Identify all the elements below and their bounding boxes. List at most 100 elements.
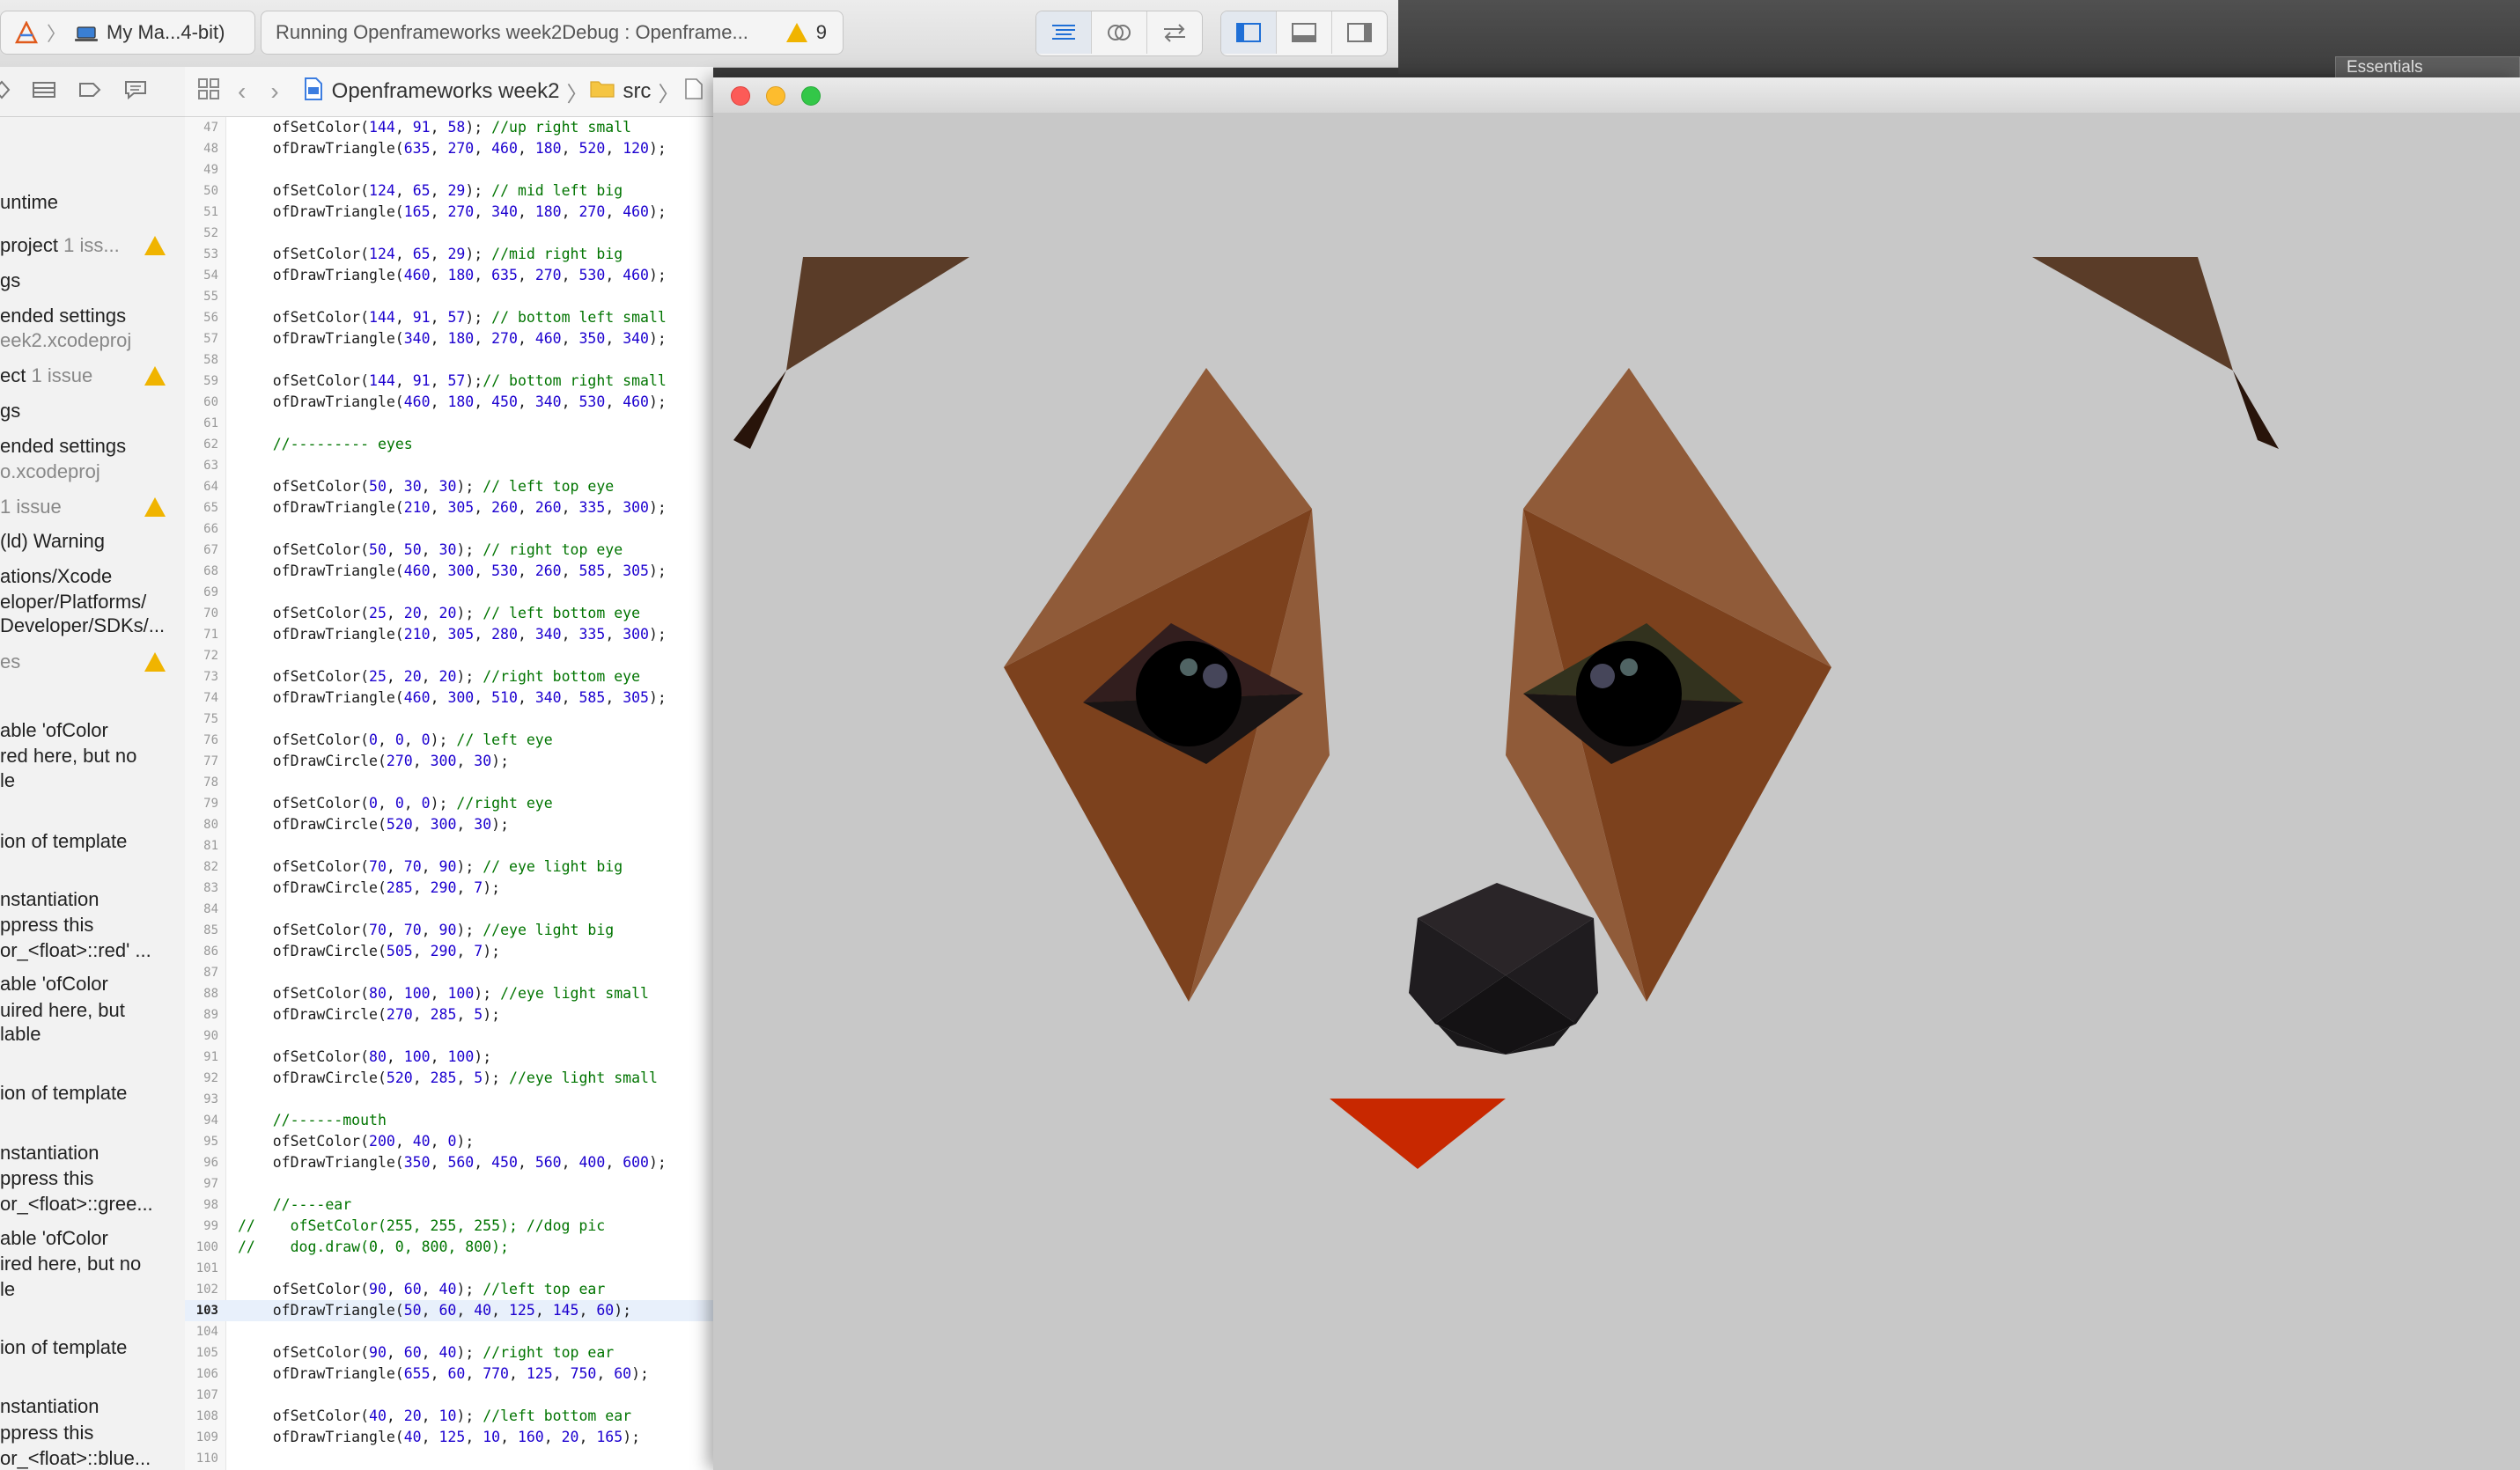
code-line[interactable]: 89 ofDrawCircle(270, 285, 5); bbox=[185, 1004, 713, 1025]
diamond-icon[interactable] bbox=[0, 79, 11, 104]
issue-list-item[interactable]: le bbox=[0, 1278, 185, 1301]
code-line[interactable]: 102 ofSetColor(90, 60, 40); //left top e… bbox=[185, 1279, 713, 1300]
comment-icon[interactable] bbox=[123, 79, 148, 105]
code-line[interactable]: 85 ofSetColor(70, 70, 90); //eye light b… bbox=[185, 920, 713, 941]
issue-list-item[interactable]: 1 issue bbox=[0, 496, 185, 518]
issue-list-item[interactable]: ion of template bbox=[0, 1082, 185, 1105]
issue-list-item[interactable]: es bbox=[0, 650, 185, 673]
close-button[interactable] bbox=[731, 86, 750, 106]
code-line[interactable]: 90 bbox=[185, 1025, 713, 1047]
essentials-tab[interactable]: Essentials bbox=[2335, 56, 2520, 77]
issue-list-item[interactable]: ended settings bbox=[0, 305, 185, 327]
debug-area-toggle-icon[interactable] bbox=[1277, 11, 1332, 54]
code-line[interactable]: 70 ofSetColor(25, 20, 20); // left botto… bbox=[185, 603, 713, 624]
code-line[interactable]: 94 //------mouth bbox=[185, 1110, 713, 1131]
issue-list-item[interactable]: able 'ofColor bbox=[0, 1227, 185, 1250]
code-line[interactable]: 106 ofDrawTriangle(655, 60, 770, 125, 75… bbox=[185, 1363, 713, 1385]
source-editor[interactable]: 47 ofSetColor(144, 91, 58); //up right s… bbox=[185, 117, 713, 1470]
code-line[interactable]: 105 ofSetColor(90, 60, 40); //right top … bbox=[185, 1342, 713, 1363]
code-line[interactable]: 52 bbox=[185, 223, 713, 244]
code-line[interactable]: 100 // dog.draw(0, 0, 800, 800); bbox=[185, 1237, 713, 1258]
code-line[interactable]: 64 ofSetColor(50, 30, 30); // left top e… bbox=[185, 476, 713, 497]
code-line[interactable]: 76 ofSetColor(0, 0, 0); // left eye bbox=[185, 730, 713, 751]
code-line[interactable]: 68 ofDrawTriangle(460, 300, 530, 260, 58… bbox=[185, 561, 713, 582]
issue-list-item[interactable]: nstantiation bbox=[0, 1142, 185, 1165]
code-line[interactable]: 79 ofSetColor(0, 0, 0); //right eye bbox=[185, 793, 713, 814]
zoom-button[interactable] bbox=[801, 86, 821, 106]
issue-list-item[interactable]: le bbox=[0, 769, 185, 792]
warning-count[interactable]: 9 bbox=[816, 21, 843, 44]
code-line[interactable]: 96 ofDrawTriangle(350, 560, 450, 560, 40… bbox=[185, 1152, 713, 1173]
issue-list-item[interactable]: or_<float>::blue... bbox=[0, 1447, 185, 1470]
utilities-toggle-icon[interactable] bbox=[1332, 11, 1387, 54]
issue-list-item[interactable]: o.xcodeproj bbox=[0, 460, 185, 483]
issue-list-item[interactable]: untime bbox=[0, 191, 185, 214]
code-line[interactable]: 67 ofSetColor(50, 50, 30); // right top … bbox=[185, 540, 713, 561]
code-line[interactable]: 71 ofDrawTriangle(210, 305, 280, 340, 33… bbox=[185, 624, 713, 645]
issue-list-item[interactable]: ppress this bbox=[0, 914, 185, 937]
issue-list-item[interactable]: nstantiation bbox=[0, 1395, 185, 1418]
issue-list-item[interactable]: gs bbox=[0, 269, 185, 292]
code-line[interactable]: 57 ofDrawTriangle(340, 180, 270, 460, 35… bbox=[185, 328, 713, 349]
code-line[interactable]: 84 bbox=[185, 899, 713, 920]
code-line[interactable]: 75 bbox=[185, 709, 713, 730]
code-line[interactable]: 66 bbox=[185, 518, 713, 540]
code-line[interactable]: 59 ofSetColor(144, 91, 57);// bottom rig… bbox=[185, 371, 713, 392]
code-line[interactable]: 55 bbox=[185, 286, 713, 307]
code-line[interactable]: 58 bbox=[185, 349, 713, 371]
issue-list-item[interactable]: uired here, but bbox=[0, 999, 185, 1022]
code-line[interactable]: 109 ofDrawTriangle(40, 125, 10, 160, 20,… bbox=[185, 1427, 713, 1448]
issue-list-item[interactable]: nstantiation bbox=[0, 888, 185, 911]
code-line[interactable]: 48 ofDrawTriangle(635, 270, 460, 180, 52… bbox=[185, 138, 713, 159]
forward-arrow-icon[interactable]: › bbox=[270, 77, 278, 106]
scheme-selector[interactable]: 〉 My Ma...4-bit) bbox=[0, 11, 255, 55]
code-line[interactable]: 99 // ofSetColor(255, 255, 255); //dog pi… bbox=[185, 1216, 713, 1237]
app-title-bar[interactable] bbox=[713, 77, 2520, 114]
code-line[interactable]: 53 ofSetColor(124, 65, 29); //mid right … bbox=[185, 244, 713, 265]
code-line[interactable]: 49 bbox=[185, 159, 713, 180]
code-line[interactable]: 95 ofSetColor(200, 40, 0); bbox=[185, 1131, 713, 1152]
code-line[interactable]: 60 ofDrawTriangle(460, 180, 450, 340, 53… bbox=[185, 392, 713, 413]
code-line[interactable]: 47 ofSetColor(144, 91, 58); //up right s… bbox=[185, 117, 713, 138]
back-arrow-icon[interactable]: ‹ bbox=[238, 77, 246, 106]
breadcrumb-project[interactable]: Openframeworks week2 bbox=[332, 79, 560, 104]
code-line[interactable]: 81 bbox=[185, 835, 713, 856]
issue-list-item[interactable]: ations/Xcode bbox=[0, 565, 185, 588]
issue-list-item[interactable]: project 1 iss... bbox=[0, 234, 185, 257]
issue-list-item[interactable]: ion of template bbox=[0, 830, 185, 853]
code-line[interactable]: 82 ofSetColor(70, 70, 90); // eye light … bbox=[185, 856, 713, 878]
code-line[interactable]: 86 ofDrawCircle(505, 290, 7); bbox=[185, 941, 713, 962]
code-line[interactable]: 78 bbox=[185, 772, 713, 793]
issue-list-item[interactable]: (ld) Warning bbox=[0, 530, 185, 553]
code-line[interactable]: 56 ofSetColor(144, 91, 57); // bottom le… bbox=[185, 307, 713, 328]
issue-list-item[interactable]: or_<float>::red' ... bbox=[0, 939, 185, 962]
code-line[interactable]: 73 ofSetColor(25, 20, 20); //right botto… bbox=[185, 666, 713, 687]
issue-list-item[interactable]: ended settings bbox=[0, 435, 185, 458]
issue-list-item[interactable]: ppress this bbox=[0, 1167, 185, 1190]
code-line[interactable]: 62 //--------- eyes bbox=[185, 434, 713, 455]
issue-list-item[interactable]: eloper/Platforms/ bbox=[0, 591, 185, 614]
issue-list-item[interactable]: ired here, but no bbox=[0, 1253, 185, 1275]
breadcrumb-folder[interactable]: src bbox=[623, 79, 651, 104]
code-line[interactable]: 63 bbox=[185, 455, 713, 476]
code-line[interactable]: 88 ofSetColor(80, 100, 100); //eye light… bbox=[185, 983, 713, 1004]
code-line[interactable]: 87 bbox=[185, 962, 713, 983]
code-line[interactable]: 61 bbox=[185, 413, 713, 434]
related-items-icon[interactable] bbox=[197, 77, 220, 107]
issue-list-item[interactable]: or_<float>::gree... bbox=[0, 1193, 185, 1216]
code-line[interactable]: 80 ofDrawCircle(520, 300, 30); bbox=[185, 814, 713, 835]
standard-editor-icon[interactable] bbox=[1036, 11, 1092, 54]
list-icon[interactable] bbox=[32, 80, 56, 104]
code-line[interactable]: 97 bbox=[185, 1173, 713, 1194]
issue-list-item[interactable]: lable bbox=[0, 1023, 185, 1046]
code-line[interactable]: 50 ofSetColor(124, 65, 29); // mid left … bbox=[185, 180, 713, 202]
issue-list-item[interactable]: ect 1 issue bbox=[0, 364, 185, 387]
navigator-toggle-icon[interactable] bbox=[1221, 11, 1277, 54]
version-editor-icon[interactable] bbox=[1147, 11, 1202, 54]
code-line[interactable]: 54 ofDrawTriangle(460, 180, 635, 270, 53… bbox=[185, 265, 713, 286]
issue-list-item[interactable]: ion of template bbox=[0, 1336, 185, 1359]
minimize-button[interactable] bbox=[766, 86, 785, 106]
code-line[interactable]: 74 ofDrawTriangle(460, 300, 510, 340, 58… bbox=[185, 687, 713, 709]
code-line[interactable]: 91 ofSetColor(80, 100, 100); bbox=[185, 1047, 713, 1068]
issue-list-item[interactable]: able 'ofColor bbox=[0, 719, 185, 742]
